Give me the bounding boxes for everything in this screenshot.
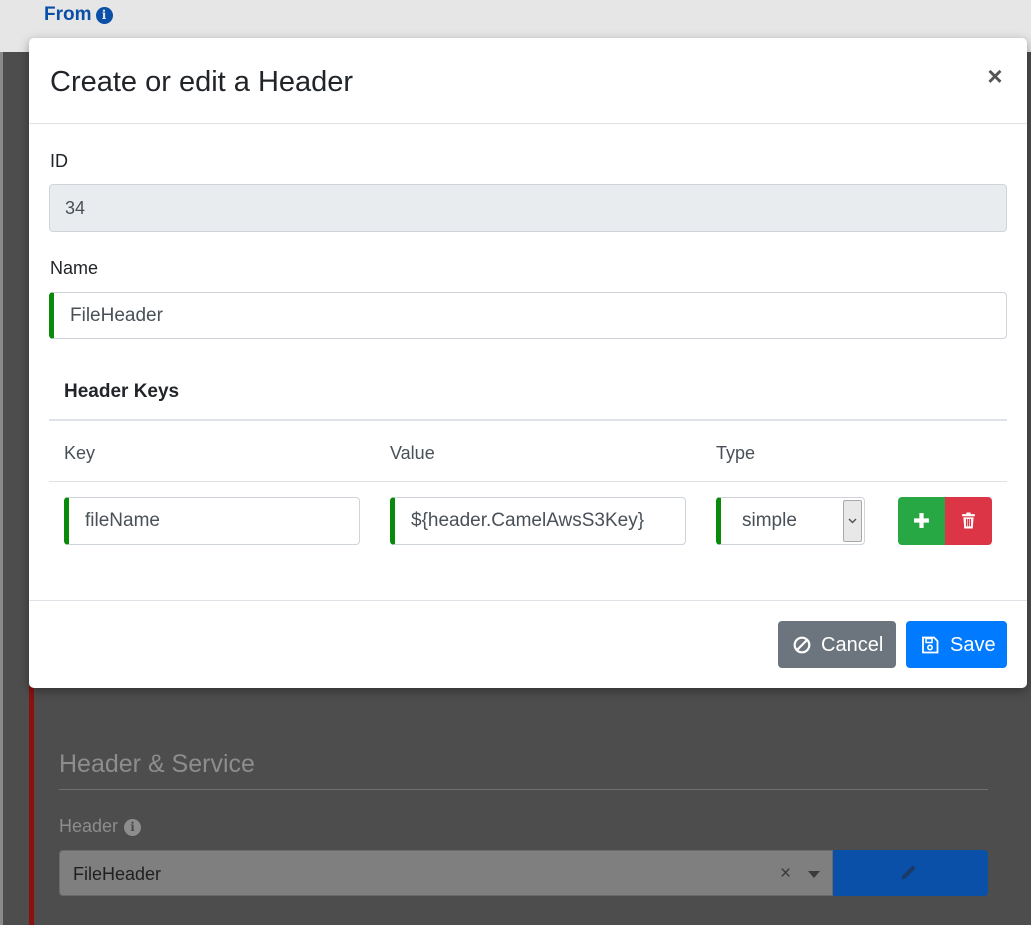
pencil-icon xyxy=(901,865,916,880)
header-field-label: Header i xyxy=(59,816,142,837)
info-icon[interactable]: i xyxy=(95,7,113,24)
header-select[interactable]: FileHeader × xyxy=(59,850,833,896)
from-title-text: From xyxy=(44,4,92,25)
table-row-divider xyxy=(49,481,1007,482)
delete-key-button[interactable] xyxy=(945,497,992,545)
column-header-type: Type xyxy=(716,443,756,463)
close-icon[interactable]: × xyxy=(983,63,1007,89)
key-input[interactable] xyxy=(64,497,360,545)
from-section-title: From i xyxy=(44,4,113,26)
section-divider xyxy=(59,789,988,790)
header-service-section-title: Header & Service xyxy=(59,750,255,778)
ban-icon xyxy=(793,636,811,654)
modal-title: Create or edit a Header xyxy=(50,66,354,98)
add-key-button[interactable] xyxy=(898,497,945,545)
header-edit-modal: Create or edit a Header × ID 34 Name Hea… xyxy=(29,38,1027,688)
header-select-value: FileHeader xyxy=(73,864,162,884)
column-header-key: Key xyxy=(64,443,96,463)
background-left-strip xyxy=(0,52,3,925)
name-field[interactable] xyxy=(49,292,1007,339)
name-label: Name xyxy=(50,258,99,278)
info-icon[interactable]: i xyxy=(124,819,142,836)
floppy-disk-icon xyxy=(922,636,939,654)
chevron-down-icon[interactable] xyxy=(808,871,820,878)
header-label-text: Header xyxy=(59,816,119,836)
modal-footer-divider xyxy=(29,600,1027,601)
type-select-value: simple xyxy=(742,510,797,531)
chevron-down-icon[interactable] xyxy=(843,500,862,542)
clear-icon[interactable]: × xyxy=(780,863,791,885)
id-label: ID xyxy=(50,151,68,171)
header-keys-title: Header Keys xyxy=(64,381,180,402)
edit-header-button[interactable] xyxy=(833,850,988,896)
save-button[interactable]: Save xyxy=(906,621,1007,668)
save-label: Save xyxy=(950,634,996,656)
value-input[interactable] xyxy=(390,497,686,545)
trash-icon xyxy=(962,512,975,529)
cancel-label: Cancel xyxy=(821,634,884,656)
column-header-value: Value xyxy=(390,443,435,463)
cancel-button[interactable]: Cancel xyxy=(778,621,896,668)
id-field: 34 xyxy=(49,184,1007,232)
table-header-divider xyxy=(49,419,1007,421)
modal-header: Create or edit a Header × xyxy=(29,38,1027,124)
plus-icon xyxy=(914,513,929,528)
type-select[interactable]: simple xyxy=(716,497,865,545)
background-red-indicator xyxy=(29,686,34,925)
